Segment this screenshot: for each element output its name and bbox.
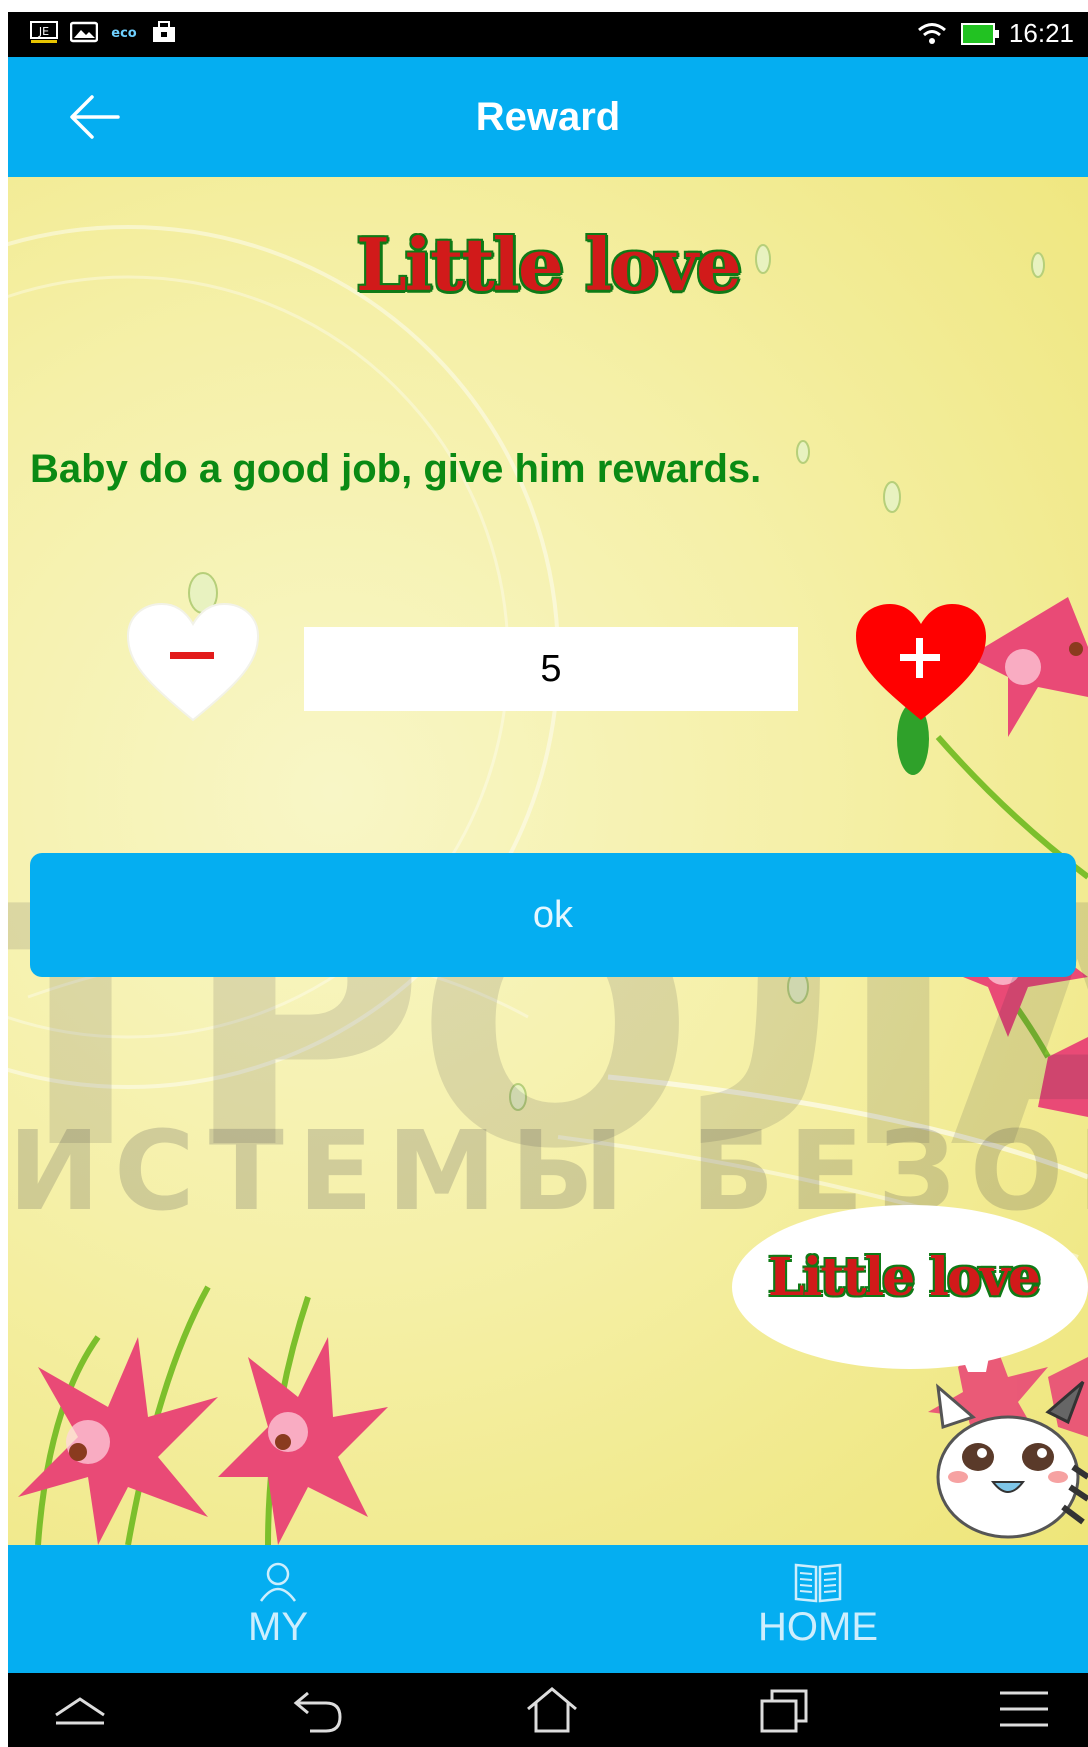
svg-text:eco: eco [111, 26, 137, 41]
back-icon[interactable] [288, 1685, 348, 1735]
instruction-text: Baby do a good job, give him rewards. [30, 447, 762, 491]
eco-icon: eco [111, 26, 137, 41]
book-icon [794, 1563, 842, 1603]
logo-title: Little love [356, 222, 742, 307]
status-left-icons: JE eco [30, 20, 178, 44]
status-right: 16:21 [917, 18, 1074, 49]
reward-content: ТРОЛА ИСТЕМЫ БЕЗОПА Little love Baby do … [8, 177, 1088, 1545]
status-time: 16:21 [1008, 18, 1074, 48]
increase-button[interactable] [854, 602, 988, 726]
wifi-icon [917, 22, 946, 44]
menu-icon[interactable] [994, 1685, 1054, 1735]
app-screen: JE eco 16:21 Reward ТРОЛА ИСТЕМЫ БЕЗО Li… [8, 12, 1088, 1747]
nav-label-home: HOME [758, 1605, 878, 1649]
nav-label-my: MY [248, 1605, 308, 1649]
decrease-button[interactable] [126, 602, 260, 726]
battery-icon [960, 22, 999, 45]
system-navigation-bar [8, 1673, 1088, 1747]
ok-button[interactable]: ok [30, 853, 1076, 977]
status-bar: JE eco 16:21 [8, 12, 1088, 57]
nav-item-home[interactable]: HOME [548, 1545, 1088, 1673]
person-icon [259, 1562, 297, 1602]
nav-item-my[interactable]: MY [8, 1545, 548, 1673]
recent-apps-icon[interactable] [754, 1685, 814, 1735]
chevron-up-icon[interactable] [50, 1685, 110, 1735]
bubble-logo-text: Little love [768, 1247, 1041, 1308]
home-icon[interactable] [522, 1685, 582, 1735]
keyboard-icon: JE [30, 21, 58, 43]
bottom-navigation: MY HOME [8, 1545, 1088, 1673]
bag-icon [153, 21, 175, 42]
image-icon [70, 21, 98, 43]
heart-minus-icon [126, 602, 260, 722]
page-title: Reward [475, 95, 621, 139]
svg-text:JE: JE [38, 25, 49, 38]
app-bar: Reward [8, 57, 1088, 177]
reward-quantity-input[interactable] [304, 627, 798, 711]
